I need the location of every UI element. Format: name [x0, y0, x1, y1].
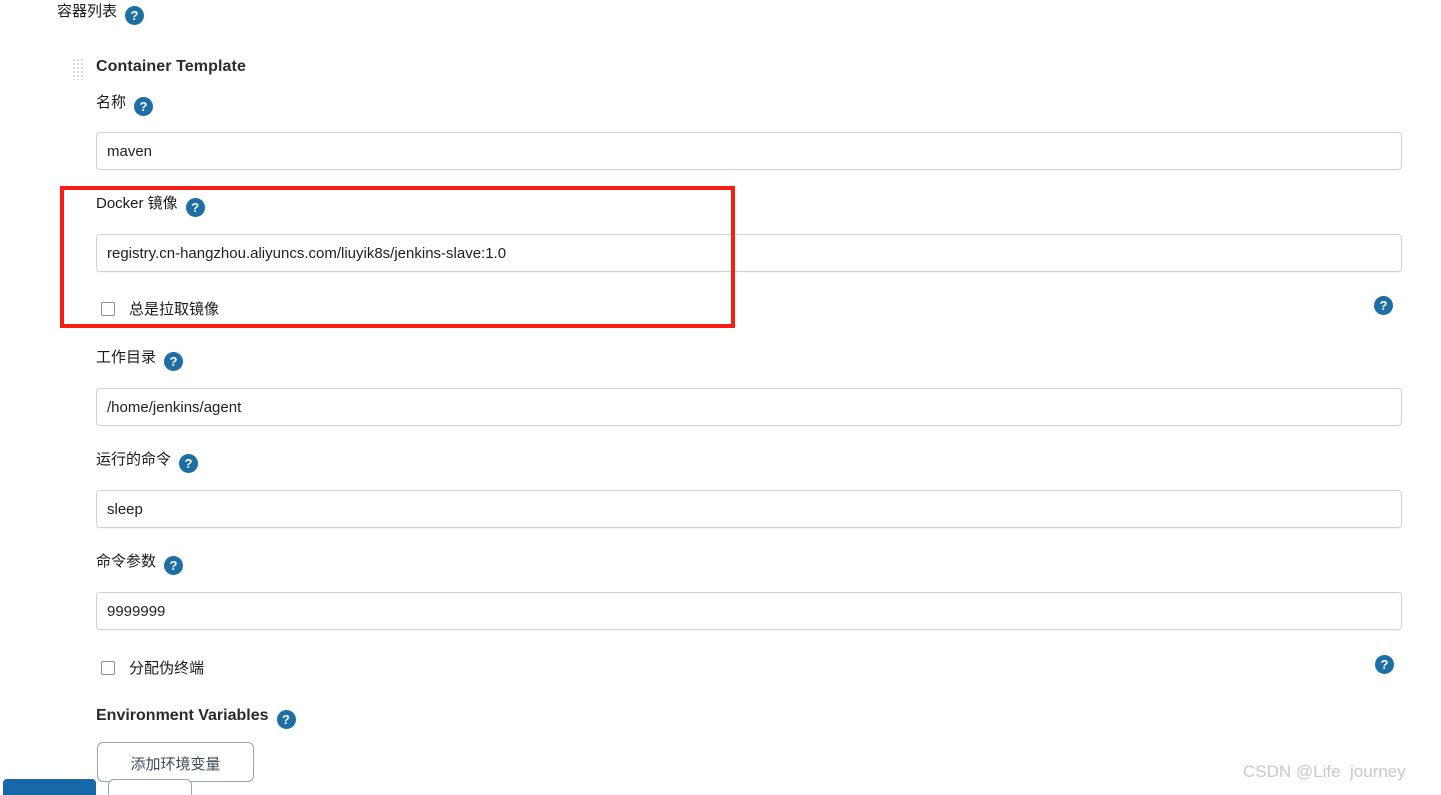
- always-pull-image-checkbox[interactable]: [101, 301, 115, 316]
- csdn-watermark: CSDN @Life journey: [1243, 762, 1406, 781]
- help-icon[interactable]: ?: [1374, 296, 1393, 315]
- command-input[interactable]: [96, 490, 1402, 528]
- docker-image-field-label-row: Docker 镜像?: [96, 194, 205, 217]
- add-environment-variable-button[interactable]: 添加环境变量: [97, 742, 254, 782]
- working-dir-field-label-row: 工作目录?: [96, 348, 184, 371]
- environment-variables-heading-row: Environment Variables?: [96, 707, 296, 729]
- working-dir-input[interactable]: [96, 388, 1402, 426]
- container-template-heading: Container Template: [96, 58, 246, 76]
- allocate-tty-label[interactable]: 分配伪终端: [129, 657, 204, 678]
- drag-handle-icon[interactable]: [72, 58, 84, 80]
- help-icon[interactable]: ?: [179, 454, 199, 473]
- docker-image-field-label: Docker 镜像: [96, 195, 178, 212]
- command-field-label-row: 运行的命令?: [96, 450, 199, 473]
- allocate-tty-checkbox[interactable]: [101, 660, 115, 675]
- help-icon[interactable]: ?: [164, 556, 184, 575]
- section-title-row: 容器列表?: [57, 0, 145, 25]
- name-field-label-row: 名称?: [96, 93, 154, 116]
- primary-submit-button[interactable]: [3, 779, 96, 795]
- help-icon[interactable]: ?: [125, 6, 145, 25]
- container-template-heading-label: Container Template: [96, 58, 246, 75]
- command-field-label: 运行的命令: [96, 451, 172, 468]
- container-template-form-page: 容器列表? Container Template 名称? Docker 镜像? …: [0, 0, 1441, 795]
- allocate-tty-row[interactable]: 分配伪终端: [101, 657, 204, 678]
- name-field-label: 名称: [96, 94, 127, 111]
- environment-variables-heading-label: Environment Variables: [96, 707, 269, 724]
- help-icon[interactable]: ?: [276, 710, 296, 729]
- section-title-label: 容器列表: [57, 3, 118, 20]
- always-pull-image-label[interactable]: 总是拉取镜像: [129, 298, 219, 319]
- command-args-input[interactable]: [96, 592, 1402, 630]
- always-pull-image-row[interactable]: 总是拉取镜像: [101, 298, 219, 319]
- name-input[interactable]: [96, 132, 1402, 170]
- help-icon[interactable]: ?: [185, 198, 205, 217]
- help-icon[interactable]: ?: [164, 352, 184, 371]
- help-icon[interactable]: ?: [134, 97, 154, 116]
- command-args-field-label-row: 命令参数?: [96, 552, 184, 575]
- help-icon[interactable]: ?: [1375, 655, 1394, 674]
- command-args-field-label: 命令参数: [96, 553, 157, 570]
- docker-image-input[interactable]: [96, 234, 1402, 272]
- secondary-button[interactable]: [108, 779, 192, 795]
- working-dir-field-label: 工作目录: [96, 349, 157, 366]
